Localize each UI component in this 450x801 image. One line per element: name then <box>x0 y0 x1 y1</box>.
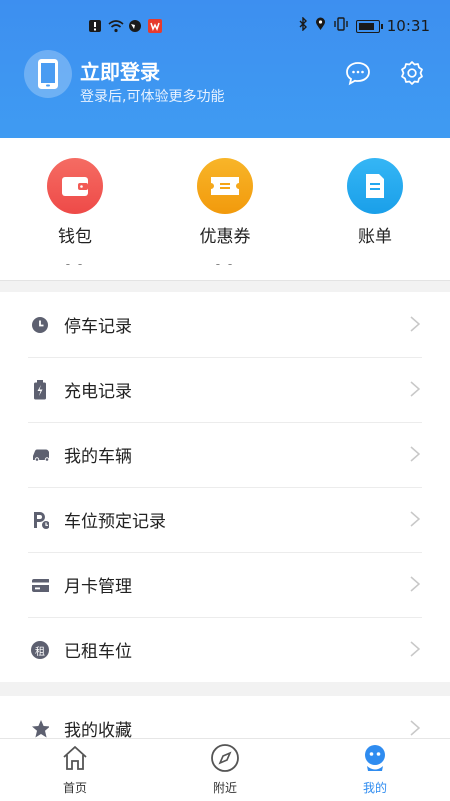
menu-item-parking-records[interactable]: 停车记录 <box>0 292 450 357</box>
chevron-right-icon <box>410 316 420 332</box>
coupon-icon <box>197 158 253 214</box>
settings-button[interactable] <box>399 60 425 86</box>
chevron-right-icon <box>410 381 420 397</box>
globe-icon <box>128 18 142 32</box>
login-title[interactable]: 立即登录 <box>80 56 160 85</box>
wallet-label: 钱包 <box>58 227 92 247</box>
parking-reserve-icon <box>31 511 49 530</box>
bottom-nav: 首页 附近 我的 <box>0 738 450 801</box>
tab-nearby[interactable]: 附近 <box>185 743 265 796</box>
chevron-right-icon <box>410 446 420 462</box>
status-notifications <box>88 18 162 33</box>
bill-value <box>320 257 430 271</box>
bill-icon <box>347 158 403 214</box>
login-subtitle: 登录后,可体验更多功能 <box>80 89 225 105</box>
star-icon <box>31 720 49 738</box>
menu-item-label: 月卡管理 <box>64 577 132 597</box>
tab-label: 首页 <box>62 781 87 795</box>
message-icon <box>346 62 370 86</box>
chevron-right-icon <box>410 720 420 736</box>
wps-icon <box>148 18 162 33</box>
rent-icon: 租 <box>31 641 49 659</box>
wallet-value: - - <box>65 257 85 271</box>
profile-header: 10:31 立即登录 登录后,可体验更多功能 <box>0 0 450 138</box>
tab-mine[interactable]: 我的 <box>335 743 415 796</box>
menu-item-my-vehicles[interactable]: 我的车辆 <box>0 422 450 487</box>
menu-item-label: 我的车辆 <box>64 447 132 467</box>
rent-icon-label: 租 <box>31 641 49 659</box>
message-button[interactable] <box>345 60 371 86</box>
menu-list: 停车记录 充电记录 我的车辆 车位预定记录 月卡管理 租 已租车位 <box>0 292 450 682</box>
menu-item-charging-records[interactable]: 充电记录 <box>0 357 450 422</box>
chevron-right-icon <box>410 511 420 527</box>
tab-label: 附近 <box>212 781 237 795</box>
settings-icon <box>401 61 423 85</box>
wallet-button[interactable]: 钱包 - - <box>20 158 130 271</box>
alert-icon <box>88 18 102 32</box>
menu-item-label: 充电记录 <box>64 382 132 402</box>
clock-icon <box>31 316 49 334</box>
coupon-label: 优惠券 <box>199 227 251 247</box>
menu-item-reservation-records[interactable]: 车位预定记录 <box>0 487 450 552</box>
battery-icon <box>355 19 383 33</box>
bill-button[interactable]: 账单 <box>320 158 430 271</box>
menu-item-monthly-card[interactable]: 月卡管理 <box>0 552 450 617</box>
phone-icon <box>38 59 58 89</box>
quick-actions: 钱包 - - 优惠券 - - 账单 <box>0 138 450 281</box>
bluetooth-icon <box>298 16 308 35</box>
tab-home[interactable]: 首页 <box>35 743 115 796</box>
profile-icon <box>360 743 390 773</box>
menu-item-rented-spaces[interactable]: 租 已租车位 <box>0 617 450 682</box>
chevron-right-icon <box>410 576 420 592</box>
menu-item-label: 停车记录 <box>64 317 132 337</box>
chevron-right-icon <box>410 641 420 657</box>
status-system: 10:31 <box>298 16 430 35</box>
menu-item-label: 已租车位 <box>64 642 132 662</box>
bill-label: 账单 <box>358 227 392 247</box>
wallet-icon <box>47 158 103 214</box>
status-bar: 10:31 <box>0 14 450 44</box>
coupon-value: - - <box>215 257 235 271</box>
location-icon <box>315 17 326 35</box>
status-time: 10:31 <box>386 17 430 35</box>
compass-icon <box>210 743 240 773</box>
tab-label: 我的 <box>362 781 387 795</box>
car-icon <box>31 446 49 464</box>
vibrate-icon <box>333 17 349 35</box>
avatar[interactable] <box>24 50 72 98</box>
coupon-button[interactable]: 优惠券 - - <box>170 158 280 271</box>
wifi-call-icon <box>108 18 124 33</box>
battery-charge-icon <box>31 380 49 400</box>
card-icon <box>31 576 49 594</box>
home-icon <box>60 743 90 773</box>
menu-item-label: 车位预定记录 <box>64 512 166 532</box>
